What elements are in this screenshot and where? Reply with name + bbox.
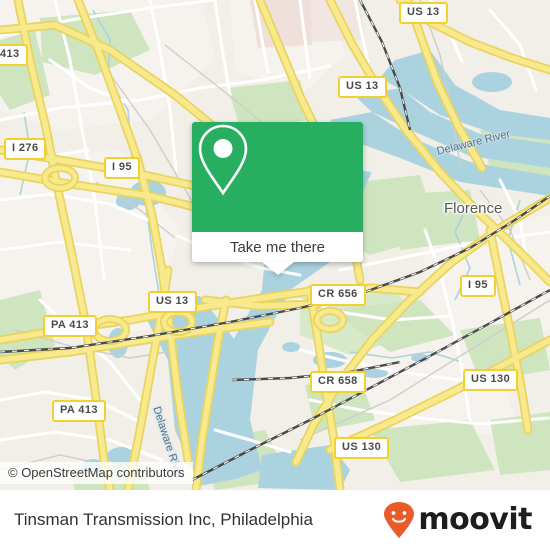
osm-attribution-label: © OpenStreetMap contributors [8, 465, 185, 480]
take-me-there-label: Take me there [229, 238, 326, 256]
road-shield-i-95-left: I 95 [104, 157, 140, 179]
moovit-logo[interactable]: moovit [382, 501, 532, 539]
map-pin-icon [198, 124, 248, 196]
place-label-florence: Florence [444, 200, 503, 217]
road-shield-pa-413-lower: PA 413 [52, 400, 106, 422]
moovit-wordmark: moovit [418, 502, 532, 537]
callout-pointer-tail [261, 262, 294, 275]
road-shield-us-130-right: US 130 [463, 369, 519, 391]
road-shield-pa-413-mid: PA 413 [43, 315, 97, 337]
road-shield-i-276: I 276 [4, 138, 47, 160]
footer-bar: Tinsman Transmission Inc, Philadelphia m… [0, 490, 550, 550]
road-shield-us-130-bottom: US 130 [334, 437, 390, 459]
road-shield-pa-413-topleft: 413 [0, 44, 28, 66]
road-shield-cr-658: CR 658 [310, 371, 366, 393]
road-shield-us-13-upper: US 13 [338, 76, 387, 98]
road-shield-cr-656: CR 656 [310, 284, 366, 306]
moovit-map-screenshot: US 13 US 13 413 I 276 I 95 US 13 PA 413 PA 413 C… [0, 0, 550, 550]
osm-attribution[interactable]: © OpenStreetMap contributors [0, 462, 193, 484]
location-callout-card[interactable]: Take me there [192, 122, 363, 275]
location-title: Tinsman Transmission Inc, Philadelphia [14, 510, 313, 529]
road-shield-us-13-north: US 13 [399, 2, 448, 24]
map-canvas[interactable]: US 13 US 13 413 I 276 I 95 US 13 PA 413 PA 413 C… [0, 0, 550, 490]
callout-header [192, 122, 363, 232]
moovit-pin-icon [384, 502, 415, 538]
take-me-there-button[interactable]: Take me there [192, 232, 363, 275]
road-shield-us-13-mid: US 13 [148, 291, 197, 313]
road-shield-i-95-right: I 95 [460, 275, 496, 297]
